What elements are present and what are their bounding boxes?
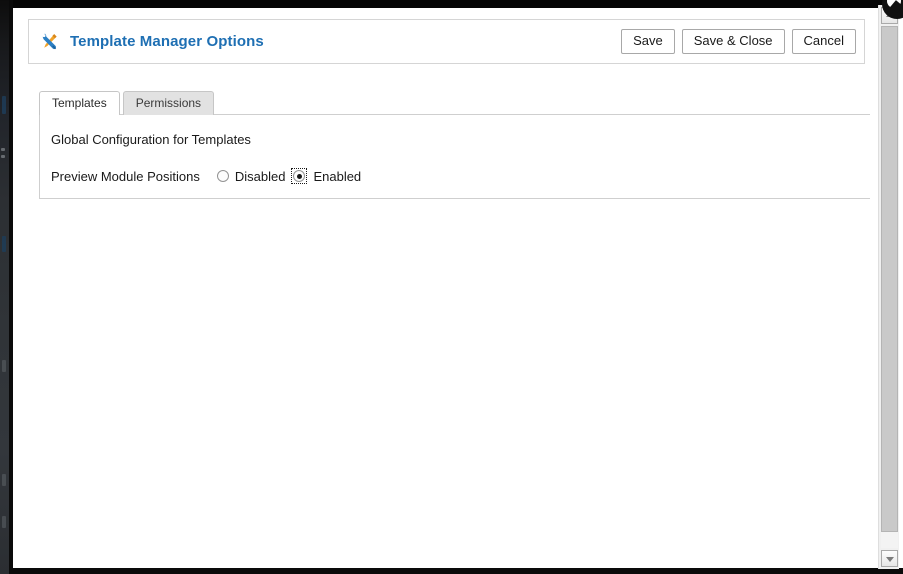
radio-option-enabled[interactable] (293, 170, 306, 182)
backdrop-accent-7 (2, 516, 6, 528)
backdrop-accent-3 (1, 155, 5, 158)
scroll-down-arrow-icon (885, 556, 894, 562)
page-header-panel: Template Manager Options Save Save & Clo… (28, 19, 865, 64)
backdrop-accent-5 (2, 360, 6, 372)
scrollbar-thumb[interactable] (881, 26, 898, 532)
page-title: Template Manager Options (70, 33, 264, 50)
backdrop-accent-4 (2, 236, 6, 252)
toolbar-button-group: Save Save & Close Cancel (621, 29, 856, 54)
save-and-close-button[interactable]: Save & Close (681, 29, 785, 54)
background-page-sliver (0, 0, 9, 574)
radio-option-disabled[interactable]: Disabled (216, 168, 288, 184)
radio-disabled-label: Disabled (234, 168, 286, 184)
screen-root: Template Manager Options Save Save & Clo… (0, 0, 903, 574)
scroll-down-button[interactable] (881, 550, 898, 567)
preview-module-positions-label: Preview Module Positions (51, 168, 200, 184)
backdrop-accent-2 (1, 148, 5, 151)
tab-bar: Templates Permissions (39, 91, 215, 115)
tools-wrench-screwdriver-icon (39, 31, 60, 52)
page-header-title-group: Template Manager Options (39, 31, 621, 52)
document-viewport: Template Manager Options Save Save & Clo… (13, 8, 870, 568)
radio-enabled-label: Enabled (313, 168, 362, 184)
preview-module-positions-field: Preview Module Positions Disabled Enable… (51, 168, 363, 184)
radio-disabled-input[interactable] (216, 170, 229, 182)
section-label: Global Configuration for Templates (51, 132, 251, 147)
backdrop-accent-6 (2, 474, 6, 486)
tab-templates[interactable]: Templates (39, 91, 120, 115)
tab-permissions[interactable]: Permissions (122, 91, 215, 115)
window-chrome-top (9, 0, 903, 8)
save-button[interactable]: Save (621, 29, 675, 54)
templates-settings-panel: Global Configuration for Templates Previ… (39, 114, 870, 199)
radio-enabled-input[interactable] (293, 170, 306, 182)
scrollbar-track[interactable] (881, 26, 898, 548)
radio-option-enabled-focus-ring (291, 168, 308, 184)
vertical-scrollbar[interactable] (878, 5, 899, 569)
window-chrome-bottom (9, 568, 903, 574)
cancel-button[interactable]: Cancel (791, 29, 856, 54)
backdrop-accent-1 (2, 96, 6, 114)
